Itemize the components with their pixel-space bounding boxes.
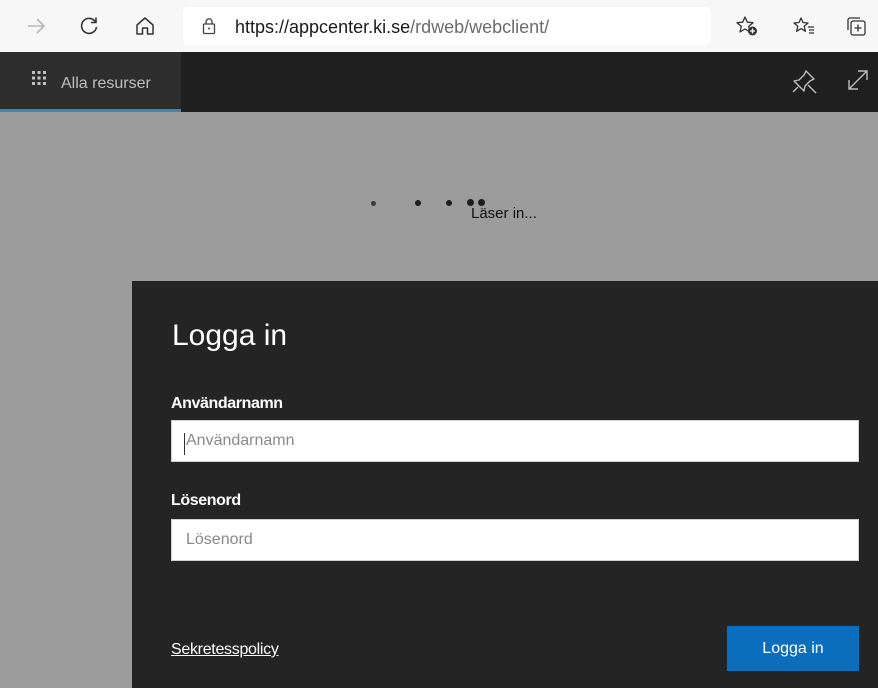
browser-toolbar: https://appcenter.ki.se/rdweb/webclient/ xyxy=(0,0,878,53)
tab-label: Alla resurser xyxy=(61,75,151,92)
url-host: https://appcenter.ki.se xyxy=(235,17,411,37)
loading-dot xyxy=(371,201,376,206)
app-header: Alla resurser xyxy=(0,52,878,112)
collections-button[interactable] xyxy=(843,12,871,40)
favorites-button[interactable] xyxy=(790,12,818,40)
username-input[interactable] xyxy=(171,420,859,462)
login-button[interactable]: Logga in xyxy=(727,626,859,671)
pin-icon[interactable] xyxy=(790,67,818,95)
refresh-icon xyxy=(80,17,98,35)
password-label: Lösenord xyxy=(171,492,241,509)
username-label: Användarnamn xyxy=(171,395,283,412)
expand-icon[interactable] xyxy=(845,67,871,93)
url-path: /rdweb/webclient/ xyxy=(410,17,550,37)
forward-icon xyxy=(28,18,46,34)
loading-dot xyxy=(415,200,421,206)
refresh-button[interactable] xyxy=(75,12,103,40)
add-favorite-icon xyxy=(736,16,757,36)
collections-icon xyxy=(847,17,866,36)
forward-button[interactable] xyxy=(22,12,50,40)
url-text[interactable]: https://appcenter.ki.se/rdweb/webclient/ xyxy=(235,17,549,38)
login-title: Logga in xyxy=(172,319,288,352)
text-caret xyxy=(184,433,185,455)
password-input[interactable] xyxy=(171,519,859,561)
add-favorite-button[interactable] xyxy=(733,12,761,40)
tab-all-resources[interactable]: Alla resurser xyxy=(0,52,181,112)
loading-text: Läser in... xyxy=(471,205,537,222)
home-icon xyxy=(136,17,154,35)
favorites-icon xyxy=(793,17,814,34)
login-panel: Logga in Användarnamn Lösenord Sekretess… xyxy=(132,281,878,688)
loading-dot xyxy=(446,200,452,206)
address-bar[interactable]: https://appcenter.ki.se/rdweb/webclient/ xyxy=(183,7,711,45)
grid-icon xyxy=(32,71,46,85)
home-button[interactable] xyxy=(131,12,159,40)
lock-icon[interactable] xyxy=(201,17,217,35)
privacy-policy-link[interactable]: Sekretesspolicy xyxy=(171,641,279,659)
